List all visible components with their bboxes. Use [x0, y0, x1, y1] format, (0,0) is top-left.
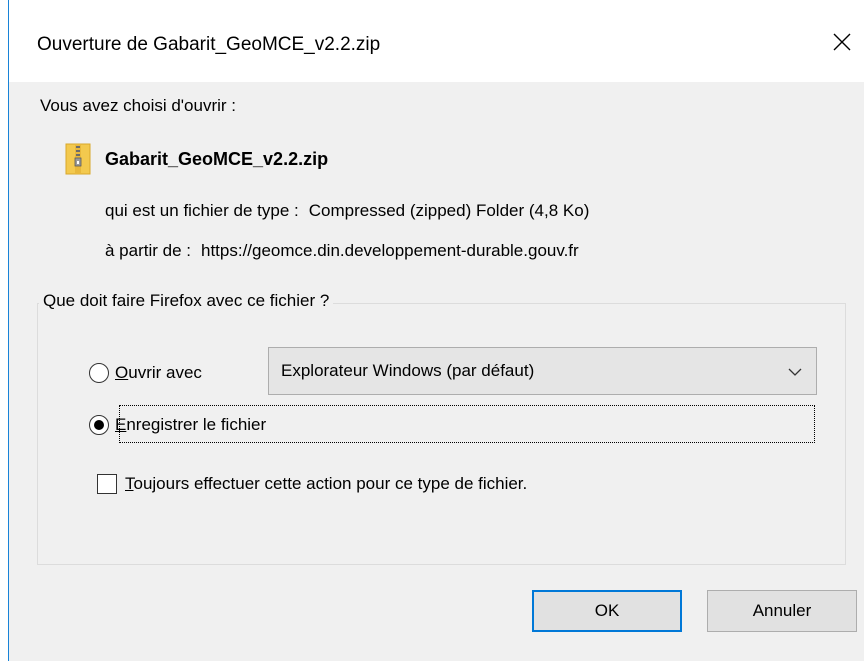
file-type-value: Compressed (zipped) Folder (4,8 Ko)	[308, 201, 590, 220]
cancel-button[interactable]: Annuler	[707, 590, 857, 632]
file-type-label: qui est un fichier de type :	[105, 201, 299, 220]
file-source-label: à partir de :	[105, 241, 191, 260]
dialog-title: Ouverture de Gabarit_GeoMCE_v2.2.zip	[37, 34, 381, 55]
open-with-app-select[interactable]: Explorateur Windows (par défaut)	[268, 347, 817, 395]
open-with-radio-circle[interactable]	[89, 363, 109, 383]
open-with-app-value: Explorateur Windows (par défaut)	[281, 361, 535, 380]
file-type-line: qui est un fichier de type : Compressed (…	[105, 201, 589, 221]
download-dialog: Ouverture de Gabarit_GeoMCE_v2.2.zip Vou…	[8, 0, 864, 661]
chevron-down-icon	[788, 368, 802, 376]
title-bar[interactable]: Ouverture de Gabarit_GeoMCE_v2.2.zip	[9, 6, 864, 82]
file-source-value: https://geomce.din.developpement-durable…	[201, 241, 579, 260]
save-file-label-rest: nregistrer le fichier	[126, 415, 267, 434]
ok-button[interactable]: OK	[532, 590, 682, 632]
always-do-checkbox[interactable]: Toujours effectuer cette action pour ce …	[97, 474, 527, 494]
always-do-label-rest: oujours effectuer cette action pour ce t…	[133, 474, 528, 493]
open-with-label-rest: uvrir avec	[128, 363, 202, 382]
always-do-checkbox-box[interactable]	[97, 474, 117, 494]
file-row: Gabarit_GeoMCE_v2.2.zip	[65, 142, 328, 176]
intro-text: Vous avez choisi d'ouvrir :	[40, 96, 237, 115]
save-file-radio[interactable]: Enregistrer le fichier	[89, 412, 266, 438]
close-button[interactable]	[820, 20, 864, 64]
close-icon	[833, 33, 851, 51]
open-with-accel: O	[115, 363, 129, 382]
file-name: Gabarit_GeoMCE_v2.2.zip	[105, 148, 329, 169]
open-with-radio[interactable]: Ouvrir avec	[89, 360, 202, 386]
zip-folder-icon	[65, 143, 91, 175]
always-do-label: Toujours effectuer cette action pour ce …	[125, 474, 527, 494]
action-group-legend: Que doit faire Firefox avec ce fichier ?	[39, 291, 334, 311]
always-do-accel: T	[125, 474, 134, 493]
save-file-radio-circle[interactable]	[89, 415, 109, 435]
open-with-label: Ouvrir avec	[115, 363, 202, 383]
file-source-line: à partir de : https://geomce.din.developp…	[105, 241, 579, 261]
save-file-label: Enregistrer le fichier	[115, 415, 266, 435]
save-file-accel: E	[115, 415, 127, 434]
